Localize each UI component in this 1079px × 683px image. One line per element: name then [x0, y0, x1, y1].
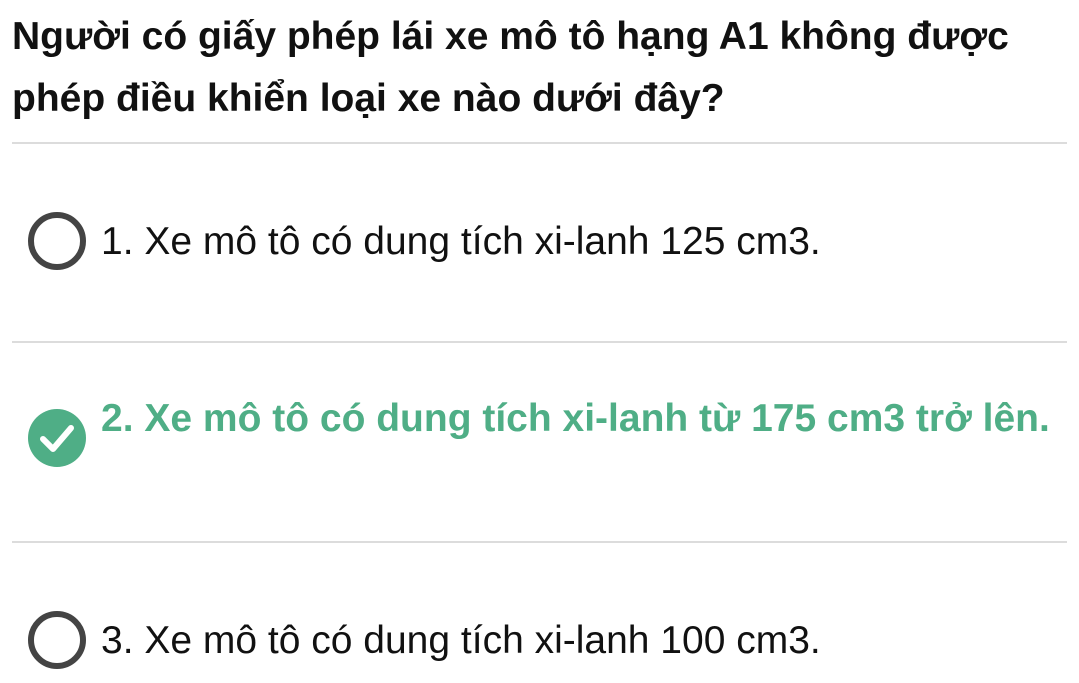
divider	[12, 541, 1067, 543]
answer-option-3[interactable]: 3. Xe mô tô có dung tích xi-lanh 100 cm3…	[0, 609, 1079, 673]
divider	[12, 341, 1067, 343]
radio-unchecked-icon[interactable]	[28, 212, 86, 270]
answer-option-2[interactable]: 2. Xe mô tô có dung tích xi-lanh từ 175 …	[0, 392, 1079, 502]
answer-option-label-correct: 2. Xe mô tô có dung tích xi-lanh từ 175 …	[101, 397, 1050, 440]
answer-option-label: 1. Xe mô tô có dung tích xi-lanh 125 cm3…	[101, 220, 821, 263]
radio-unchecked-icon[interactable]	[28, 611, 86, 669]
answer-option-1[interactable]: 1. Xe mô tô có dung tích xi-lanh 125 cm3…	[0, 210, 1079, 274]
answer-option-label: 3. Xe mô tô có dung tích xi-lanh 100 cm3…	[101, 619, 821, 662]
check-circle-icon[interactable]	[28, 409, 86, 467]
checkmark-icon	[40, 425, 74, 452]
question-text: Người có giấy phép lái xe mô tô hạng A1 …	[12, 15, 1009, 120]
divider	[12, 142, 1067, 144]
